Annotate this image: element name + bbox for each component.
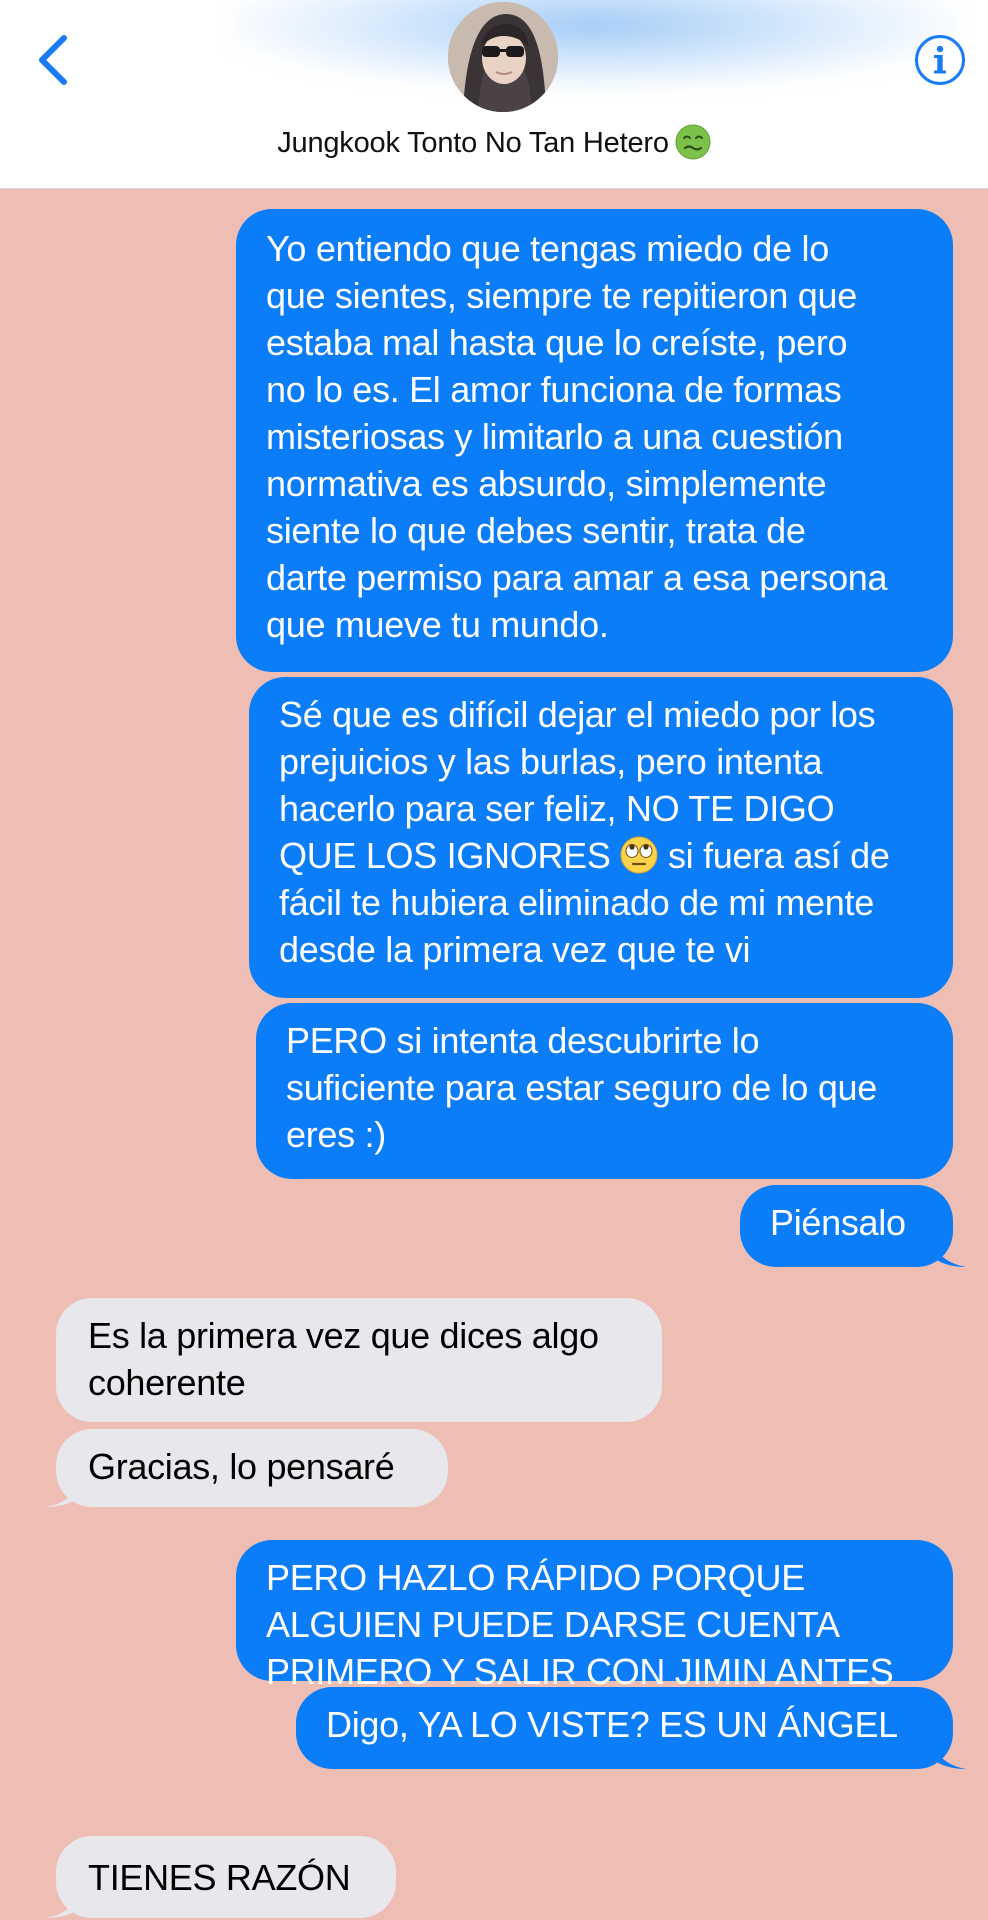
message-text: Yo entiendo que tengas miedo de lo que s… <box>266 228 888 645</box>
message-bubble-outgoing[interactable]: PERO si intenta descubrirte lo suficient… <box>256 1003 953 1179</box>
bubble-tail-incoming <box>46 1884 82 1918</box>
nauseated-face-emoji <box>675 124 711 160</box>
message-text: PERO si intenta descubrirte lo suficient… <box>286 1020 877 1155</box>
message-bubble-incoming[interactable]: TIENES RAZÓN <box>56 1836 396 1918</box>
message-text: Es la primera vez que dices algo coheren… <box>88 1315 599 1403</box>
message-bubble-outgoing[interactable]: Yo entiendo que tengas miedo de lo que s… <box>236 209 953 672</box>
message-bubble-outgoing[interactable]: Piénsalo <box>740 1185 953 1267</box>
back-button[interactable] <box>30 30 80 90</box>
info-button[interactable] <box>914 34 966 86</box>
message-bubble-outgoing[interactable]: Digo, YA LO VISTE? ES UN ÁNGEL <box>296 1687 953 1769</box>
conversation-header: Jungkook Tonto No Tan Hetero <box>0 0 988 189</box>
message-bubble-outgoing[interactable]: Sé que es difícil dejar el miedo por los… <box>249 677 953 998</box>
message-bubble-outgoing[interactable]: PERO HAZLO RÁPIDO PORQUE ALGUIEN PUEDE D… <box>236 1540 953 1692</box>
chevron-left-icon <box>39 35 67 85</box>
bubble-tail-incoming <box>46 1473 82 1507</box>
message-text: Piénsalo <box>770 1202 906 1243</box>
info-circle-icon <box>915 35 965 85</box>
message-bubble-incoming[interactable]: Es la primera vez que dices algo coheren… <box>56 1298 662 1422</box>
message-bubble-incoming[interactable]: Gracias, lo pensaré <box>56 1429 448 1507</box>
avatar[interactable] <box>448 2 558 112</box>
message-thread[interactable]: Yo entiendo que tengas miedo de lo que s… <box>0 189 988 1920</box>
bubble-tail-outgoing <box>930 1735 966 1769</box>
header-background-blur <box>230 0 960 90</box>
message-text: PERO HAZLO RÁPIDO PORQUE ALGUIEN PUEDE D… <box>266 1557 894 1692</box>
face-with-rolling-eyes-emoji <box>620 836 658 874</box>
message-text: TIENES RAZÓN <box>88 1857 351 1898</box>
avatar-photo <box>448 2 558 112</box>
bubble-tail-outgoing <box>930 1233 966 1267</box>
contact-name-text: Jungkook Tonto No Tan Hetero <box>277 127 669 159</box>
message-text: Digo, YA LO VISTE? ES UN ÁNGEL <box>326 1704 898 1745</box>
message-text: Sé que es difícil dejar el miedo por los… <box>279 691 933 973</box>
contact-name[interactable]: Jungkook Tonto No Tan Hetero <box>0 124 988 160</box>
message-text: Gracias, lo pensaré <box>88 1446 395 1487</box>
